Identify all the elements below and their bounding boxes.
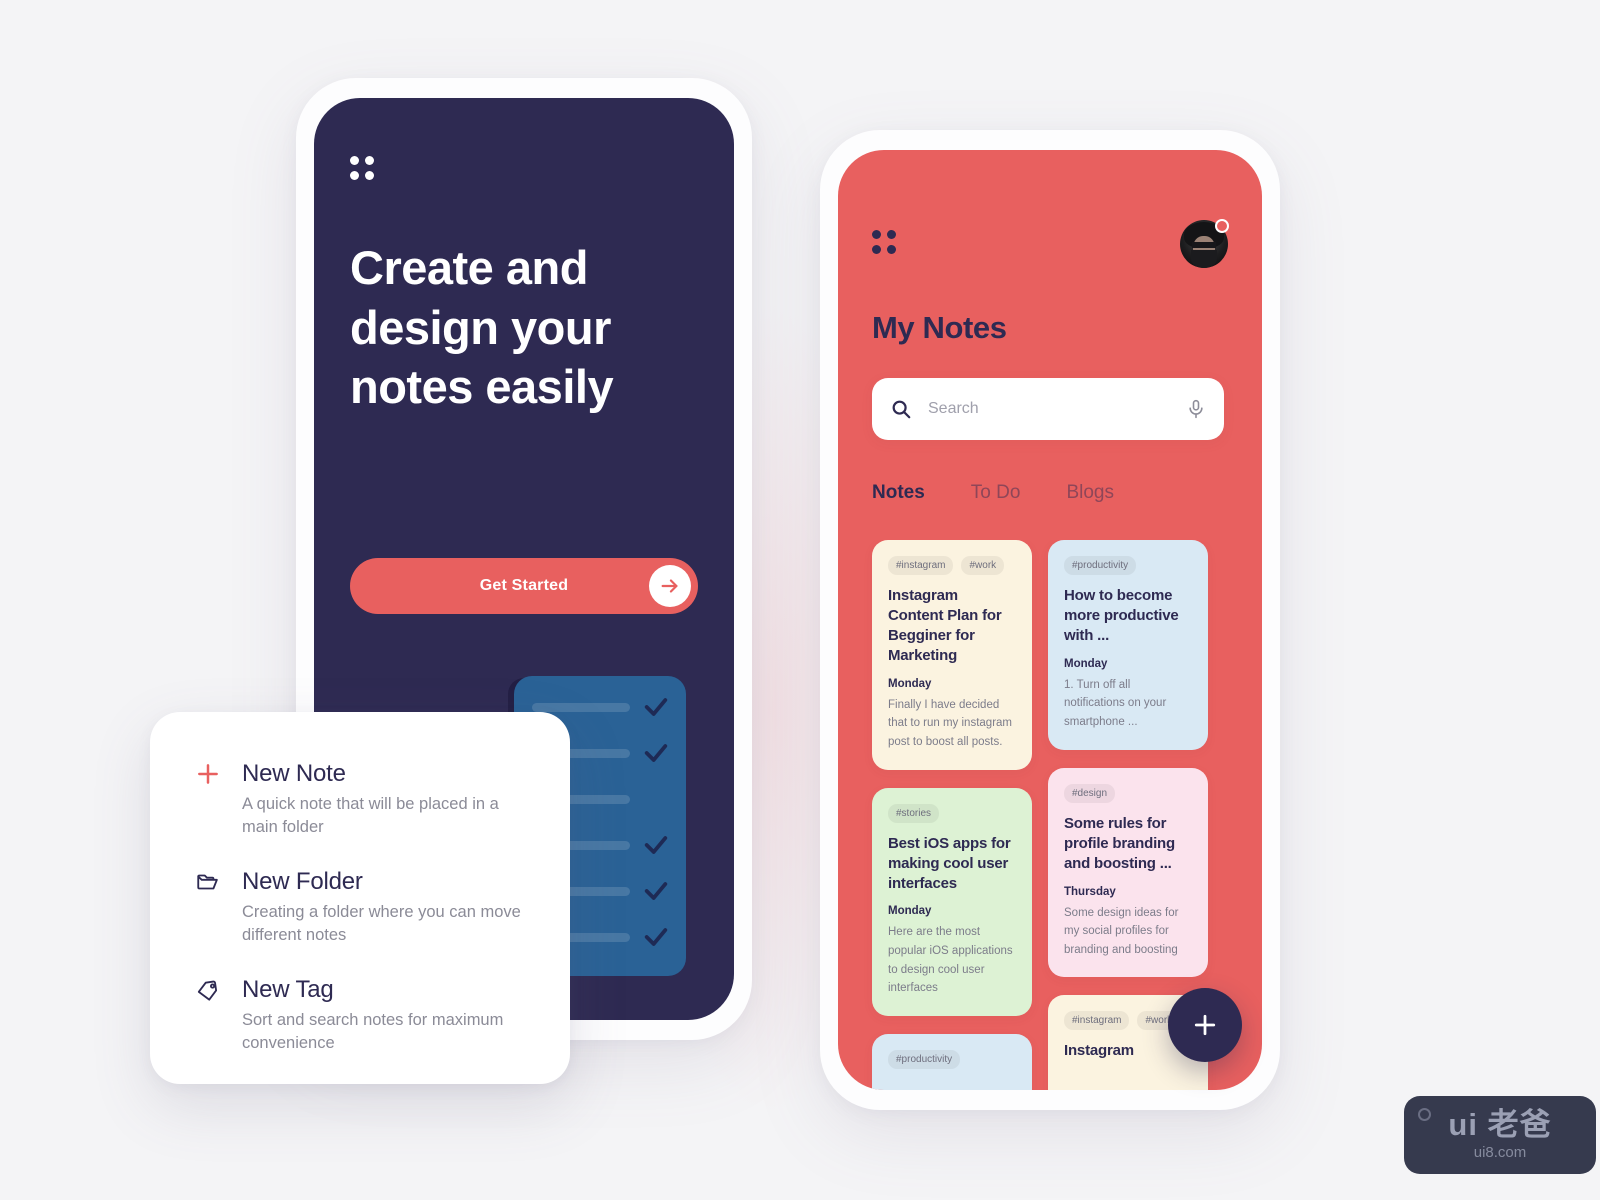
tag-icon bbox=[194, 976, 222, 1004]
menu-item-description: Creating a folder where you can move dif… bbox=[242, 902, 521, 945]
folder-icon bbox=[194, 868, 222, 896]
screenshot-canvas: Create and design your notes easily Get … bbox=[0, 0, 1600, 1200]
note-tag[interactable]: #stories bbox=[888, 803, 940, 823]
notification-badge bbox=[1215, 219, 1229, 233]
check-icon bbox=[642, 693, 670, 721]
watermark-title: ui 老爸 bbox=[1448, 1107, 1552, 1142]
note-body: Finally I have decided that to run my in… bbox=[888, 698, 1012, 748]
placeholder-bar bbox=[532, 702, 630, 712]
page-title: Create and design your notes easily bbox=[350, 241, 614, 414]
get-started-label: Get Started bbox=[479, 577, 569, 594]
note-body: Some design ideas for my social profiles… bbox=[1064, 906, 1179, 956]
menu-item-description: Sort and search notes for maximum conven… bbox=[242, 1010, 504, 1053]
note-card[interactable]: #instagram #work Instagram Content Plan … bbox=[872, 540, 1032, 770]
note-tag[interactable]: #productivity bbox=[888, 1049, 961, 1069]
note-tag[interactable]: #instagram bbox=[1064, 1011, 1130, 1031]
circle-dot-icon bbox=[1418, 1108, 1431, 1121]
note-day: Monday bbox=[888, 905, 932, 918]
note-tag[interactable]: #work bbox=[961, 556, 1005, 575]
menu-item-title: New Note bbox=[242, 760, 346, 787]
grid-icon[interactable] bbox=[350, 156, 374, 180]
note-day: Thursday bbox=[1064, 885, 1116, 898]
add-note-fab[interactable] bbox=[1168, 988, 1242, 1062]
watermark-subtitle: ui8.com bbox=[1473, 1144, 1527, 1161]
avatar[interactable] bbox=[1180, 219, 1229, 268]
note-title: Some rules for profile branding and boos… bbox=[1064, 814, 1175, 872]
menu-item-description: A quick note that will be placed in a ma… bbox=[242, 795, 499, 837]
avatar-beard bbox=[1191, 250, 1217, 268]
note-card[interactable]: #productivity bbox=[872, 1033, 1032, 1090]
note-card[interactable]: #stories Best iOS apps for making cool u… bbox=[872, 787, 1032, 1016]
tab-blogs[interactable]: Blogs bbox=[1066, 482, 1114, 504]
tab-notes[interactable]: Notes bbox=[872, 482, 925, 504]
menu-item-new-note[interactable]: New Note A quick note that will be place… bbox=[194, 760, 526, 840]
menu-item-header: New Folder bbox=[194, 868, 526, 896]
note-tag[interactable]: #productivity bbox=[1064, 556, 1137, 575]
note-tag[interactable]: #instagram bbox=[888, 556, 954, 575]
note-body: Here are the most popular iOS applicatio… bbox=[888, 926, 1013, 995]
notes-screen: My Notes Notes To Do Blogs bbox=[838, 150, 1262, 1090]
menu-item-header: New Tag bbox=[194, 976, 526, 1004]
note-tags: #productivity bbox=[1064, 556, 1192, 575]
menu-item-title: New Tag bbox=[242, 975, 334, 1003]
avatar-glasses bbox=[1192, 242, 1216, 248]
note-tags: #productivity bbox=[888, 1049, 1016, 1069]
search-bar[interactable] bbox=[872, 378, 1224, 440]
get-started-button[interactable]: Get Started bbox=[350, 558, 698, 614]
note-tag[interactable]: #design bbox=[1064, 783, 1116, 803]
menu-item-new-tag[interactable]: New Tag Sort and search notes for maximu… bbox=[194, 976, 526, 1056]
notes-top-bar bbox=[872, 219, 1229, 268]
note-card[interactable]: #productivity How to become more product… bbox=[1048, 540, 1208, 750]
watermark-badge: ui 老爸 ui8.com bbox=[1404, 1096, 1596, 1174]
check-icon bbox=[642, 877, 670, 905]
menu-item-header: New Note bbox=[194, 760, 526, 788]
note-day: Monday bbox=[1064, 657, 1108, 670]
notes-tabs: Notes To Do Blogs bbox=[872, 482, 1114, 504]
note-title: Instagram Content Plan for Begginer for … bbox=[888, 587, 1002, 664]
note-tags: #instagram #work bbox=[888, 556, 1016, 575]
notes-page-title: My Notes bbox=[872, 310, 1007, 345]
plus-icon bbox=[194, 760, 222, 788]
note-tags: #stories bbox=[888, 803, 1016, 823]
note-tags: #design bbox=[1064, 783, 1192, 803]
menu-item-title: New Folder bbox=[242, 867, 363, 895]
check-icon bbox=[642, 923, 670, 951]
tab-todo[interactable]: To Do bbox=[971, 482, 1021, 504]
arrow-right-icon bbox=[649, 565, 691, 607]
notes-column-left: #instagram #work Instagram Content Plan … bbox=[872, 540, 1032, 1090]
grid-icon[interactable] bbox=[872, 230, 896, 254]
note-title: How to become more productive with ... bbox=[1064, 587, 1179, 644]
check-icon bbox=[642, 739, 670, 767]
note-title: Best iOS apps for making cool user inter… bbox=[888, 834, 1011, 892]
note-day: Monday bbox=[888, 677, 932, 690]
microphone-icon[interactable] bbox=[1186, 398, 1206, 420]
note-card[interactable]: #design Some rules for profile branding … bbox=[1048, 767, 1208, 978]
menu-item-new-folder[interactable]: New Folder Creating a folder where you c… bbox=[194, 868, 526, 948]
search-input[interactable] bbox=[928, 400, 1186, 418]
create-menu-popup: New Note A quick note that will be place… bbox=[150, 712, 570, 1084]
note-body: 1. Turn off all notifications on your sm… bbox=[1064, 678, 1167, 729]
check-icon bbox=[642, 831, 670, 859]
search-icon bbox=[890, 398, 912, 420]
